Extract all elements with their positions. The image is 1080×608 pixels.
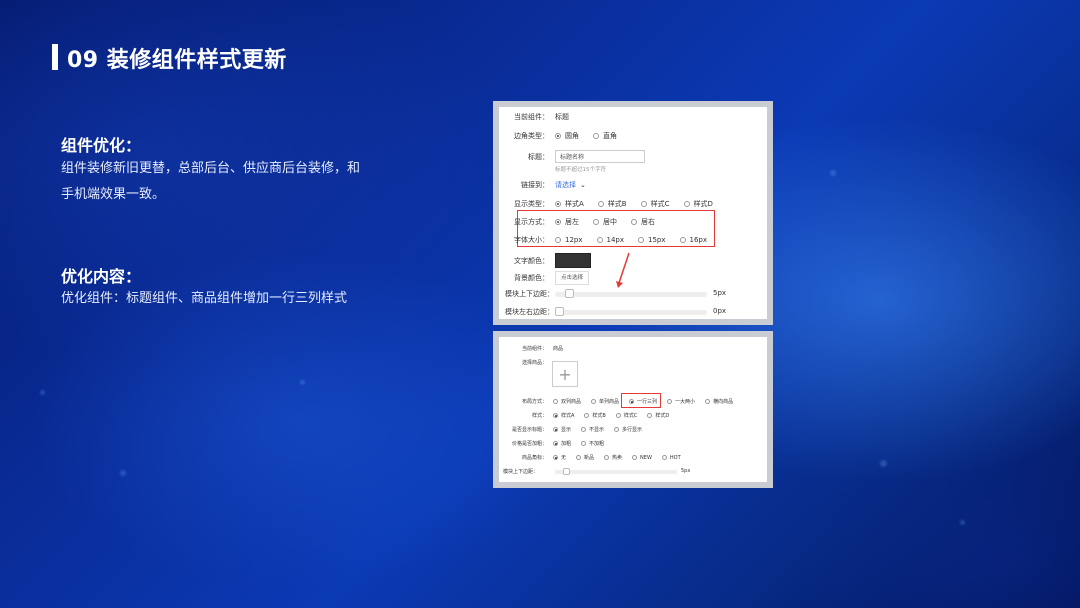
radio-badge-hot-cn[interactable]: 热卖 bbox=[604, 454, 622, 461]
arrow-icon bbox=[616, 252, 630, 288]
link-label: 链接到： bbox=[521, 181, 549, 189]
radio-layout-double[interactable]: 双列商品 bbox=[553, 398, 581, 405]
p2-current-label: 当前组件： bbox=[521, 346, 547, 352]
radio-hide-title[interactable]: 不显示 bbox=[581, 426, 604, 433]
radio-multiline-title[interactable]: 多行显示 bbox=[614, 426, 642, 433]
radio-font-15[interactable]: 15px bbox=[638, 236, 666, 244]
current-label: 当前组件： bbox=[514, 113, 549, 121]
title-component-panel: 当前组件： 标题 边角类型： 圆角 直角 标题： 标题名称 标题不超过15个字符… bbox=[493, 101, 773, 325]
title-hint: 标题不超过15个字符 bbox=[555, 167, 606, 173]
radio-align-left[interactable]: 居左 bbox=[555, 217, 579, 227]
p2-style-label: 样式： bbox=[531, 413, 547, 419]
margin-h-slider-handle[interactable] bbox=[555, 307, 564, 316]
corner-label: 边角类型： bbox=[514, 132, 549, 140]
p2-select-row: 选择商品： bbox=[499, 359, 553, 366]
radio-p2-style-c[interactable]: 样式C bbox=[615, 412, 637, 419]
bg-color-label: 背景颜色： bbox=[514, 274, 549, 282]
section2-text: 优化组件：标题组件、商品组件增加一行三列样式 bbox=[61, 291, 348, 306]
display-mode-row: 显示方式： 居左 居中 居右 bbox=[499, 217, 669, 227]
layout-label: 布局方式： bbox=[521, 399, 547, 405]
p2-style-row: 样式： 样式A 样式B 样式C 样式D bbox=[499, 412, 679, 419]
radio-p2-style-b[interactable]: 样式B bbox=[584, 412, 606, 419]
corner-type-row: 边角类型： 圆角 直角 bbox=[499, 131, 631, 141]
title-input-row: 标题： 标题名称 bbox=[499, 150, 645, 163]
text-color-label: 文字颜色： bbox=[514, 256, 549, 265]
radio-corner-round[interactable]: 圆角 bbox=[555, 131, 579, 141]
radio-align-center[interactable]: 居中 bbox=[593, 217, 617, 227]
radio-align-right[interactable]: 居右 bbox=[631, 217, 655, 227]
radio-show-title[interactable]: 显示 bbox=[553, 426, 571, 433]
margin-h-slider[interactable] bbox=[555, 307, 707, 316]
p2-current-value: 商品 bbox=[553, 346, 564, 352]
display-mode-label: 显示方式： bbox=[514, 218, 549, 226]
margin-h-row: 模块左右边距： bbox=[505, 307, 554, 317]
margin-h-label: 模块左右边距： bbox=[505, 308, 554, 316]
chevron-down-icon[interactable]: ⌄ bbox=[580, 181, 586, 189]
radio-font-16[interactable]: 16px bbox=[679, 236, 707, 244]
title-accent-bar bbox=[52, 44, 58, 70]
p2-margin-v-row: 模块上下边距： bbox=[503, 468, 538, 475]
p2-margin-v-slider[interactable] bbox=[555, 468, 677, 475]
price-bold-label: 价格是否加粗： bbox=[511, 441, 547, 447]
display-type-label: 显示类型： bbox=[514, 200, 549, 208]
font-size-row: 字体大小： 12px 14px 15px 16px bbox=[499, 235, 721, 245]
text-color-swatch[interactable] bbox=[555, 253, 591, 268]
margin-v-slider[interactable] bbox=[555, 289, 707, 298]
radio-style-b[interactable]: 样式B bbox=[597, 199, 627, 209]
p2-margin-v-value: 5px bbox=[681, 468, 691, 474]
display-type-row: 显示类型： 样式A 样式B 样式C 样式D bbox=[499, 199, 727, 209]
margin-v-slider-handle[interactable] bbox=[565, 289, 574, 298]
margin-h-value: 0px bbox=[713, 307, 727, 315]
section1-heading: 组件优化： bbox=[61, 136, 142, 155]
radio-style-c[interactable]: 样式C bbox=[640, 199, 670, 209]
margin-v-row: 模块上下边距： bbox=[505, 289, 554, 299]
radio-badge-new[interactable]: NEW bbox=[632, 455, 652, 461]
p2-select-label: 选择商品： bbox=[521, 360, 547, 366]
bg-color-pick-button[interactable]: 点击选择 bbox=[555, 271, 589, 285]
p2-margin-v-slider-handle[interactable] bbox=[563, 468, 570, 475]
section2-heading: 优化内容： bbox=[61, 267, 142, 286]
radio-badge-new-cn[interactable]: 新品 bbox=[576, 454, 594, 461]
title-label: 标题： bbox=[528, 152, 549, 161]
plus-icon: + bbox=[558, 364, 572, 384]
p2-margin-v-label: 模块上下边距： bbox=[503, 469, 539, 475]
p2-current-row: 当前组件： 商品 bbox=[499, 345, 563, 352]
radio-font-12[interactable]: 12px bbox=[555, 236, 583, 244]
radio-style-d[interactable]: 样式D bbox=[683, 199, 713, 209]
title-input[interactable]: 标题名称 bbox=[555, 150, 645, 163]
radio-layout-horizontal[interactable]: 横向商品 bbox=[705, 398, 733, 405]
radio-badge-none[interactable]: 无 bbox=[553, 454, 566, 461]
radio-p2-style-d[interactable]: 样式D bbox=[647, 412, 669, 419]
section1-text: 组件装修新旧更替，总部后台、供应商后台装修，和手机端效果一致。 bbox=[61, 161, 361, 202]
radio-style-a[interactable]: 样式A bbox=[555, 199, 584, 209]
text-color-row: 文字颜色： bbox=[499, 253, 591, 268]
highlight-box-layout bbox=[621, 393, 661, 408]
add-product-button[interactable]: + bbox=[552, 361, 578, 387]
badge-label: 商品角标： bbox=[521, 455, 547, 461]
show-title-row: 是否显示标题： 显示 不显示 多行显示 bbox=[499, 426, 652, 433]
price-bold-row: 价格是否加粗： 加粗 不加粗 bbox=[499, 440, 614, 447]
margin-v-value: 5px bbox=[713, 289, 727, 297]
radio-p2-style-a[interactable]: 样式A bbox=[553, 412, 574, 419]
radio-layout-onebig[interactable]: 一大两小 bbox=[667, 398, 695, 405]
radio-corner-square[interactable]: 直角 bbox=[593, 131, 617, 141]
show-title-label: 是否显示标题： bbox=[511, 427, 547, 433]
radio-price-normal[interactable]: 不加粗 bbox=[581, 440, 604, 447]
page-title: 09 装修组件样式更新 bbox=[67, 48, 287, 73]
link-select[interactable]: 请选择 bbox=[555, 180, 576, 190]
font-size-label: 字体大小： bbox=[514, 236, 549, 244]
bg-color-row: 背景颜色： 点击选择 bbox=[499, 271, 589, 285]
badge-row: 商品角标： 无 新品 热卖 NEW HOT bbox=[499, 454, 691, 462]
radio-font-14[interactable]: 14px bbox=[596, 236, 624, 244]
radio-layout-single[interactable]: 单列商品 bbox=[591, 398, 619, 405]
radio-price-bold[interactable]: 加粗 bbox=[553, 440, 571, 447]
current-component-row: 当前组件： 标题 bbox=[499, 112, 569, 122]
link-row: 链接到： 请选择 ⌄ bbox=[499, 180, 586, 190]
current-value: 标题 bbox=[555, 113, 569, 121]
margin-v-label: 模块上下边距： bbox=[505, 290, 554, 298]
product-component-panel: 当前组件： 商品 选择商品： + 布局方式： 双列商品 单列商品 一行三列 一大… bbox=[493, 331, 773, 488]
radio-badge-hot[interactable]: HOT bbox=[661, 455, 681, 461]
